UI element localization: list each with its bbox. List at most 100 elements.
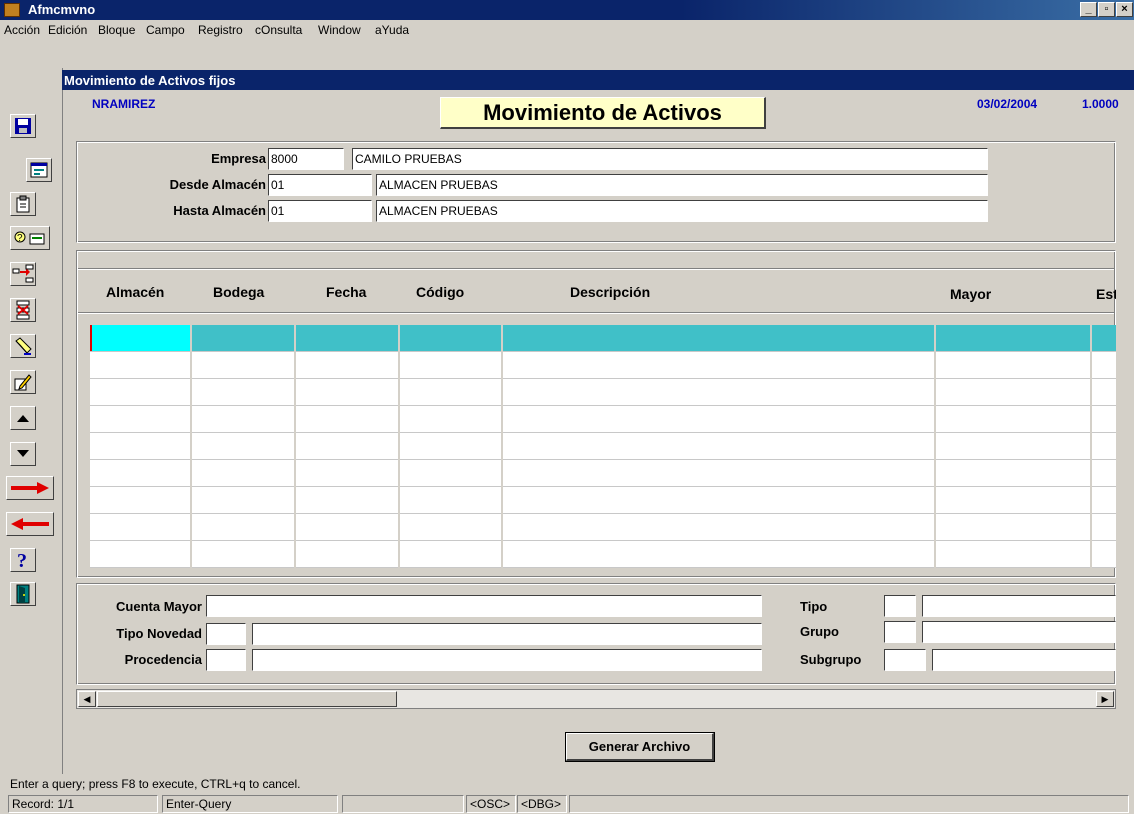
column-header-estado[interactable]: Esta [1096, 286, 1116, 302]
table-row[interactable] [90, 541, 1116, 568]
tipo-novedad-name-field[interactable] [252, 623, 762, 645]
form-title: Movimiento de Activos fijos [64, 73, 236, 88]
table-row[interactable] [90, 379, 1116, 406]
window-title-bar: Afmcmvno _ ▫ × [0, 0, 1134, 20]
table-row[interactable] [90, 487, 1116, 514]
hasta-almacen-code-field[interactable]: 01 [268, 200, 372, 222]
list-values-button[interactable] [26, 158, 52, 182]
exit-button[interactable] [10, 582, 36, 606]
tipo-label: Tipo [800, 599, 828, 614]
table-row[interactable] [90, 460, 1116, 487]
empresa-code-field[interactable]: 8000 [268, 148, 344, 170]
menu-window[interactable]: Window [318, 23, 361, 37]
procedencia-code-field[interactable] [206, 649, 246, 671]
desde-almacen-name-field[interactable]: ALMACEN PRUEBAS [376, 174, 988, 196]
osc-indicator: <OSC> [466, 795, 516, 813]
status-message: Enter a query; press F8 to execute, CTRL… [10, 777, 301, 791]
save-icon [15, 118, 31, 134]
clear-record-button[interactable] [10, 334, 36, 358]
column-separator [1090, 325, 1092, 568]
grupo-code-field[interactable] [884, 621, 916, 643]
clipboard-icon [16, 195, 30, 213]
subgrupo-code-field[interactable] [884, 649, 926, 671]
eraser-icon [15, 337, 32, 355]
table-row[interactable] [90, 406, 1116, 433]
menu-accion[interactable]: Acción [4, 23, 40, 37]
maximize-button[interactable]: ▫ [1098, 2, 1115, 17]
arrow-right-icon [11, 482, 49, 494]
column-header-codigo[interactable]: Código [416, 284, 464, 300]
tipo-novedad-code-field[interactable] [206, 623, 246, 645]
grupo-name-field[interactable] [922, 621, 1116, 643]
save-button[interactable] [10, 114, 36, 138]
grid-divider [78, 268, 1114, 270]
records-grid[interactable] [90, 325, 1116, 568]
desde-almacen-label: Desde Almacén [169, 177, 266, 192]
help-button[interactable]: ? [10, 548, 36, 572]
cuenta-mayor-label: Cuenta Mayor [116, 599, 202, 614]
triangle-down-icon [17, 450, 29, 457]
menu-registro[interactable]: Registro [198, 23, 243, 37]
current-cell[interactable] [90, 325, 190, 351]
edit-button[interactable] [10, 370, 36, 394]
toolbar: ? ? [6, 114, 58, 614]
table-row[interactable] [90, 433, 1116, 460]
next-block-button[interactable] [10, 442, 36, 466]
version-number: 1.0000 [1082, 97, 1119, 111]
tipo-novedad-label: Tipo Novedad [116, 626, 202, 641]
desde-almacen-code-field[interactable]: 01 [268, 174, 372, 196]
horizontal-scrollbar[interactable]: ◀ ▶ [76, 689, 1116, 709]
column-separator [934, 325, 936, 568]
query-button[interactable]: ? [10, 226, 50, 250]
insert-record-icon [12, 264, 34, 283]
scroll-thumb[interactable] [97, 691, 397, 707]
menu-bloque[interactable]: Bloque [98, 23, 135, 37]
window-title: Afmcmvno [28, 2, 96, 17]
delete-record-icon [16, 300, 30, 320]
subgrupo-name-field[interactable] [932, 649, 1116, 671]
query-icon: ? [14, 231, 45, 245]
triangle-up-icon [17, 415, 29, 422]
previous-record-button[interactable] [6, 512, 54, 536]
empresa-name-field[interactable]: CAMILO PRUEBAS [352, 148, 988, 170]
form-icon [30, 162, 48, 178]
tipo-code-field[interactable] [884, 595, 916, 617]
column-header-fecha[interactable]: Fecha [326, 284, 366, 300]
hasta-almacen-label: Hasta Almacén [173, 203, 266, 218]
delete-record-button[interactable] [10, 298, 36, 322]
empresa-label: Empresa [211, 151, 266, 166]
previous-block-button[interactable] [10, 406, 36, 430]
scroll-right-button[interactable]: ▶ [1096, 691, 1114, 707]
column-header-descripcion[interactable]: Descripción [570, 284, 650, 300]
grupo-label: Grupo [800, 624, 839, 639]
insert-record-button[interactable] [10, 262, 36, 286]
page-title: Movimiento de Activos [440, 97, 766, 129]
column-header-mayor[interactable]: Mayor [950, 286, 991, 302]
procedencia-name-field[interactable] [252, 649, 762, 671]
menu-campo[interactable]: Campo [146, 23, 185, 37]
table-row[interactable] [90, 352, 1116, 379]
next-record-button[interactable] [6, 476, 54, 500]
svg-text:?: ? [17, 550, 27, 570]
column-header-bodega[interactable]: Bodega [213, 284, 264, 300]
hasta-almacen-name-field[interactable]: ALMACEN PRUEBAS [376, 200, 988, 222]
menu-ayuda[interactable]: aYuda [375, 23, 409, 37]
tipo-name-field[interactable] [922, 595, 1116, 617]
menu-edicion[interactable]: Edición [48, 23, 87, 37]
menu-consulta[interactable]: cOnsulta [255, 23, 302, 37]
table-row[interactable] [90, 514, 1116, 541]
record-counter: Record: 1/1 [8, 795, 158, 813]
table-row[interactable] [90, 325, 1116, 352]
cuenta-mayor-field[interactable] [206, 595, 762, 617]
clipboard-button[interactable] [10, 192, 36, 216]
column-separator [294, 325, 296, 568]
close-button[interactable]: × [1116, 2, 1133, 17]
scroll-left-button[interactable]: ◀ [78, 691, 96, 707]
generate-file-button[interactable]: Generar Archivo [565, 732, 715, 762]
status-cell [342, 795, 464, 813]
procedencia-label: Procedencia [124, 652, 202, 667]
column-header-almacen[interactable]: Almacén [106, 284, 164, 300]
menu-bar: Acción Edición Bloque Campo Registro cOn… [0, 20, 1134, 40]
minimize-button[interactable]: _ [1080, 2, 1097, 17]
user-name: NRAMIREZ [92, 97, 156, 111]
